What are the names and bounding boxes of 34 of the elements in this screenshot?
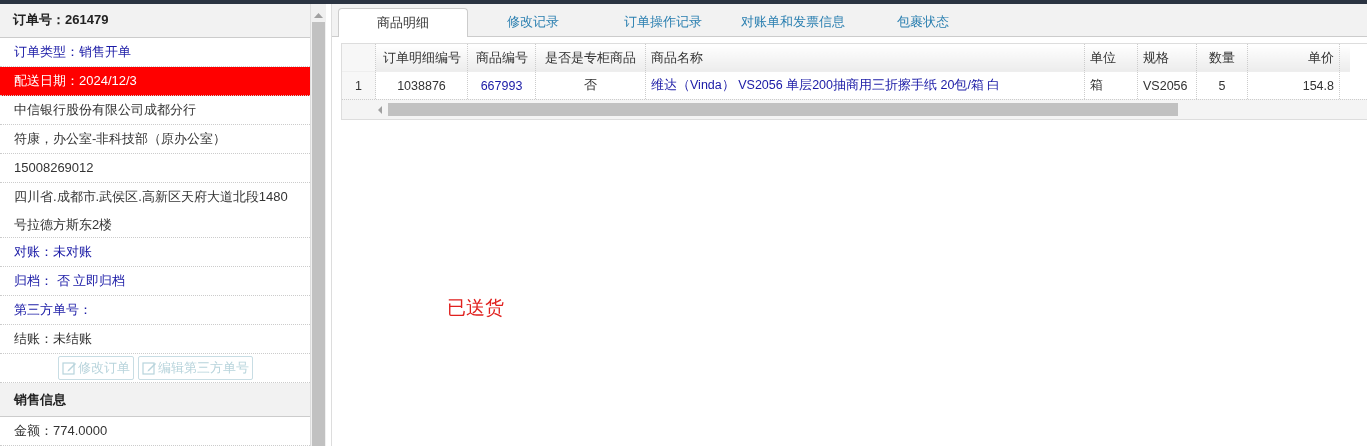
pencil-icon — [141, 360, 157, 376]
tab[interactable]: 包裹状态 — [858, 8, 988, 36]
tab[interactable]: 订单操作记录 — [598, 8, 728, 36]
column-header[interactable]: 是否是专柜商品 — [535, 44, 646, 72]
tab[interactable]: 对账单和发票信息 — [728, 8, 858, 36]
scroll-left-icon[interactable] — [376, 105, 384, 114]
info-row[interactable]: 归档： 否 立即归档 — [0, 267, 310, 297]
tab[interactable]: 修改记录 — [468, 8, 598, 36]
info-row: 四川省.成都市.武侯区.高新区天府大道北段1480号拉德方斯东2楼 — [0, 182, 310, 239]
delivery-status: 已送货 — [447, 296, 505, 320]
pencil-icon — [61, 360, 77, 376]
horizontal-scrollbar[interactable] — [342, 99, 1367, 119]
column-header[interactable]: 商品编号 — [467, 44, 536, 72]
info-row: 符康，办公室-非科技部（原办公室） — [0, 124, 310, 154]
info-row[interactable]: 订单类型：销售开单 — [0, 37, 310, 67]
info-row: 15008269012 — [0, 153, 310, 183]
row-number: 1 — [342, 71, 376, 99]
tab[interactable]: 商品明细 — [338, 8, 468, 37]
info-row[interactable]: 对账：未对账 — [0, 238, 310, 268]
column-header[interactable]: 订单明细编号 — [375, 44, 468, 72]
order-number-header: 订单号：261479 — [0, 4, 310, 38]
column-header[interactable]: 单价 — [1247, 44, 1340, 72]
vertical-scrollbar[interactable] — [311, 4, 326, 446]
info-row: 金额：774.0000 — [0, 417, 310, 446]
info-row: 结账：未结账 — [0, 325, 310, 355]
info-row[interactable]: 第三方单号： — [0, 296, 310, 326]
column-header[interactable]: 规格 — [1137, 44, 1197, 72]
column-header[interactable]: 数量 — [1196, 44, 1248, 72]
section-header: 销售信息 — [0, 383, 310, 417]
scroll-up-icon[interactable] — [314, 12, 323, 18]
info-row: 中信银行股份有限公司成都分行 — [0, 95, 310, 125]
column-header[interactable]: 商品名称 — [645, 44, 1085, 72]
column-header[interactable]: 单位 — [1084, 44, 1138, 72]
info-row: 配送日期：2024/12/3 — [0, 66, 310, 96]
